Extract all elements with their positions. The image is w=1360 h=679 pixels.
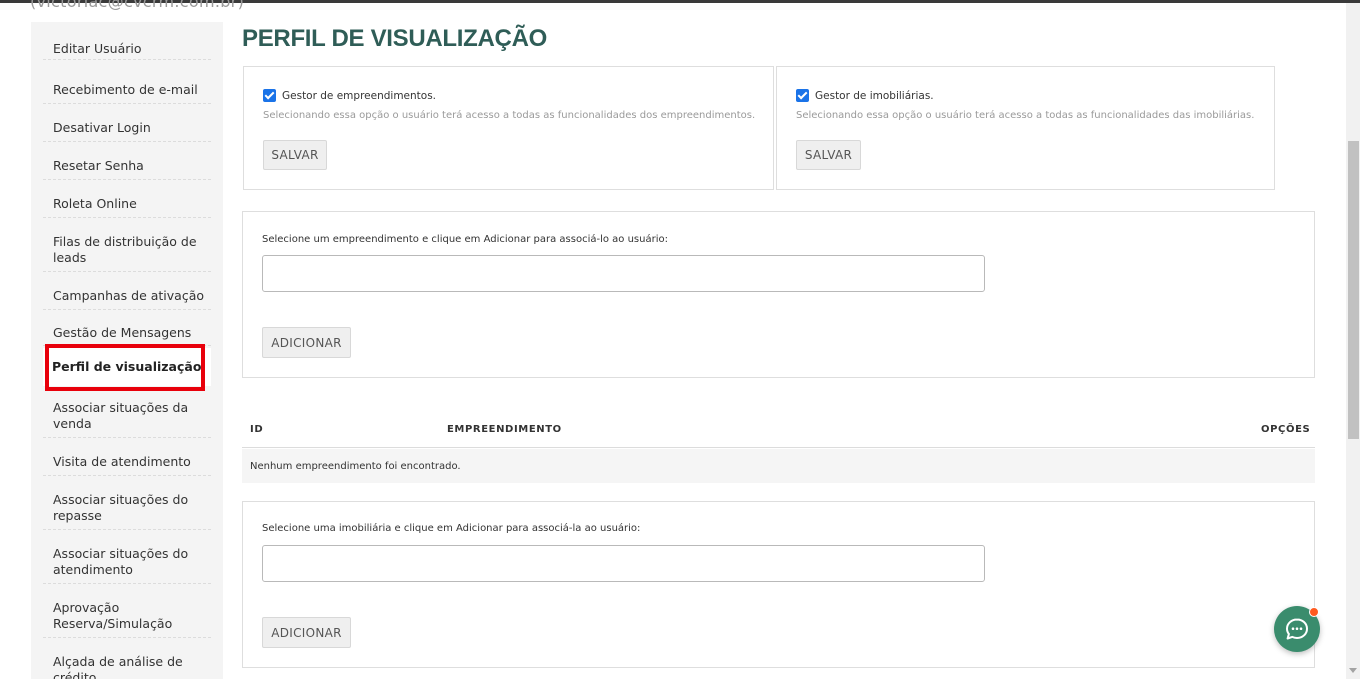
sidebar-item-label: Associar situações do repasse — [53, 491, 189, 523]
gestor-imobiliarias-hint: Selecionando essa opção o usuário terá a… — [796, 110, 1255, 121]
sidebar-item-perfil-visualizacao[interactable]: Perfil de visualização — [43, 348, 211, 386]
sidebar-item-label: Aprovação Reserva/Simulação — [53, 599, 173, 631]
save-imobiliarias-button[interactable]: SALVAR — [796, 140, 861, 170]
sidebar-item-situacoes-venda[interactable]: Associar situações da venda — [43, 394, 211, 438]
page-title: PERFIL DE VISUALIZAÇÃO — [242, 25, 547, 52]
empreendimento-select-input[interactable] — [262, 255, 985, 292]
gestor-empreendimentos-panel: Gestor de empreendimentos. Selecionando … — [243, 66, 774, 190]
table-empty-row: Nenhum empreendimento foi encontrado. — [242, 449, 1315, 483]
scroll-down-arrow-icon[interactable] — [1349, 668, 1357, 673]
sidebar-item-label: Roleta Online — [53, 195, 137, 211]
gestor-imobiliarias-checkbox-row[interactable]: Gestor de imobiliárias. — [796, 89, 934, 102]
column-header-id: ID — [250, 424, 264, 435]
sidebar-item-gestao-mensagens[interactable]: Gestão de Mensagens — [43, 320, 211, 346]
sidebar-item-visita-atendimento[interactable]: Visita de atendimento — [43, 448, 211, 476]
save-empreendimentos-button[interactable]: SALVAR — [263, 140, 327, 170]
sidebar-item-label: Desativar Login — [53, 119, 151, 135]
sidebar-item-situacoes-atendimento[interactable]: Associar situações do atendimento — [43, 540, 211, 584]
gestor-empreendimentos-hint: Selecionando essa opção o usuário terá a… — [263, 110, 756, 121]
sidebar-item-editar-usuario[interactable]: Editar Usuário — [43, 38, 211, 60]
sidebar-item-label: Perfil de visualização — [52, 359, 202, 374]
gestor-imobiliarias-label: Gestor de imobiliárias. — [815, 89, 934, 102]
gestor-empreendimentos-checkbox-row[interactable]: Gestor de empreendimentos. — [263, 89, 436, 102]
table-header-divider — [242, 447, 1315, 448]
gestor-imobiliarias-checkbox[interactable] — [796, 89, 809, 102]
sidebar-item-label: Editar Usuário — [53, 40, 142, 56]
sidebar-item-alcada-analise[interactable]: Alçada de análise de crédito — [43, 648, 211, 679]
gestor-empreendimentos-checkbox[interactable] — [263, 89, 276, 102]
add-imobiliaria-label: Selecione uma imobiliária e clique em Ad… — [262, 523, 641, 534]
sidebar-item-aprovacao-reserva[interactable]: Aprovação Reserva/Simulação — [43, 594, 211, 638]
sidebar-item-label: Associar situações da venda — [53, 399, 189, 431]
add-empreendimento-button[interactable]: ADICIONAR — [262, 327, 351, 358]
sidebar-item-recebimento-email[interactable]: Recebimento de e-mail — [43, 76, 211, 104]
sidebar-item-roleta-online[interactable]: Roleta Online — [43, 190, 211, 218]
gestor-imobiliarias-panel: Gestor de imobiliárias. Selecionando ess… — [776, 66, 1275, 190]
imobiliaria-select-input[interactable] — [262, 545, 985, 582]
sidebar-item-resetar-senha[interactable]: Resetar Senha — [43, 152, 211, 180]
chat-notification-dot — [1309, 607, 1319, 617]
sidebar-item-situacoes-repasse[interactable]: Associar situações do repasse — [43, 486, 211, 530]
sidebar-item-label: Associar situações do atendimento — [53, 545, 189, 577]
sidebar-item-label: Resetar Senha — [53, 157, 144, 173]
sidebar-item-campanhas-ativacao[interactable]: Campanhas de ativação — [43, 282, 211, 310]
column-header-opcoes: OPÇÕES — [1261, 424, 1311, 435]
sidebar-item-label: Recebimento de e-mail — [53, 81, 198, 97]
sidebar-menu: Editar Usuário Recebimento de e-mail Des… — [31, 22, 223, 679]
gestor-empreendimentos-label: Gestor de empreendimentos. — [282, 89, 437, 102]
sidebar-item-label: Filas de distribuição de leads — [53, 233, 197, 265]
user-email-header: (victoriac@cvcrm.com.br) — [30, 0, 245, 11]
sidebar-item-label: Visita de atendimento — [53, 453, 191, 469]
add-imobiliaria-button[interactable]: ADICIONAR — [262, 617, 351, 648]
sidebar-item-label: Gestão de Mensagens — [53, 324, 192, 340]
column-header-empreendimento: EMPREENDIMENTO — [447, 424, 562, 435]
add-imobiliaria-panel: Selecione uma imobiliária e clique em Ad… — [242, 501, 1315, 668]
add-empreendimento-label: Selecione um empreendimento e clique em … — [262, 234, 668, 245]
sidebar-item-filas-distribuicao[interactable]: Filas de distribuição de leads — [43, 228, 211, 272]
sidebar-item-label: Campanhas de ativação — [53, 287, 205, 303]
scrollbar-thumb[interactable] — [1348, 141, 1359, 439]
sidebar-item-desativar-login[interactable]: Desativar Login — [43, 114, 211, 142]
add-empreendimento-panel: Selecione um empreendimento e clique em … — [242, 211, 1315, 378]
sidebar-item-label: Alçada de análise de crédito — [53, 654, 183, 679]
